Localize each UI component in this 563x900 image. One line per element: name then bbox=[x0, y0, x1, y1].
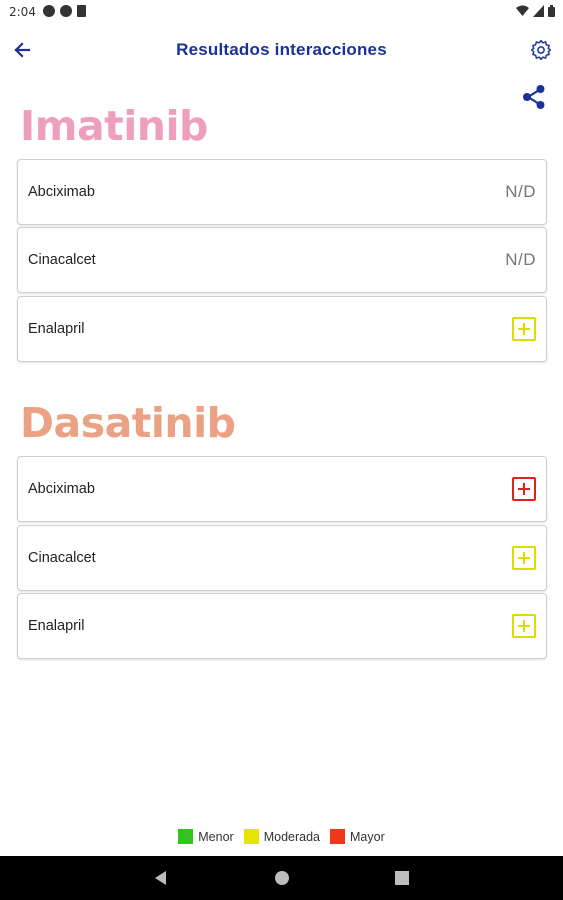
drug-title-imatinib: Imatinib bbox=[20, 102, 208, 150]
settings-button[interactable] bbox=[527, 36, 555, 64]
legend-label: Menor bbox=[198, 829, 234, 844]
app-bar: Resultados interacciones bbox=[0, 24, 563, 76]
status-icons-left bbox=[43, 5, 86, 17]
plus-box-icon[interactable] bbox=[512, 477, 536, 501]
a-icon bbox=[43, 5, 55, 17]
interaction-card[interactable]: Enalapril bbox=[17, 296, 547, 362]
wifi-icon bbox=[516, 5, 529, 16]
interaction-drug-label: Enalapril bbox=[28, 618, 85, 634]
interaction-card[interactable]: Cinacalcet N/D bbox=[17, 227, 547, 293]
status-bar: 2:04 bbox=[0, 0, 563, 24]
share-icon bbox=[523, 85, 545, 109]
gear-icon bbox=[530, 39, 552, 61]
interaction-card[interactable]: Abciximab bbox=[17, 456, 547, 522]
interaction-drug-label: Enalapril bbox=[28, 321, 85, 337]
legend-swatch-yellow bbox=[243, 829, 259, 844]
status-icons-right bbox=[516, 5, 555, 17]
interaction-drug-label: Cinacalcet bbox=[28, 550, 96, 566]
plus-box-icon[interactable] bbox=[512, 614, 536, 638]
drug-title-dasatinib: Dasatinib bbox=[20, 399, 236, 447]
legend-item-moderada: Moderada bbox=[243, 829, 320, 844]
legend-item-mayor: Mayor bbox=[330, 829, 385, 844]
nav-home-icon[interactable] bbox=[275, 871, 289, 885]
interaction-card[interactable]: Enalapril bbox=[17, 593, 547, 659]
battery-icon bbox=[548, 5, 555, 17]
legend-label: Moderada bbox=[263, 829, 320, 844]
share-button[interactable] bbox=[521, 84, 547, 110]
legend-swatch-red bbox=[330, 829, 345, 844]
nav-recent-icon[interactable] bbox=[395, 871, 409, 885]
status-time: 2:04 bbox=[9, 5, 36, 19]
sd-card-icon bbox=[77, 5, 86, 17]
interaction-drug-label: Cinacalcet bbox=[28, 252, 96, 268]
interaction-drug-label: Abciximab bbox=[28, 184, 95, 200]
legend-label: Mayor bbox=[350, 829, 385, 844]
severity-legend: Menor Moderada Mayor bbox=[0, 829, 563, 844]
interaction-card[interactable]: Abciximab N/D bbox=[17, 159, 547, 225]
interaction-result-nd: N/D bbox=[505, 250, 536, 269]
plus-box-icon[interactable] bbox=[512, 546, 536, 570]
legend-item-menor: Menor bbox=[178, 829, 234, 844]
plus-box-icon[interactable] bbox=[512, 317, 536, 341]
legend-swatch-green bbox=[178, 829, 194, 844]
signal-icon bbox=[533, 5, 544, 17]
system-nav-bar bbox=[0, 856, 563, 900]
interaction-card[interactable]: Cinacalcet bbox=[17, 525, 547, 591]
nav-back-icon[interactable] bbox=[155, 871, 166, 885]
page-title: Resultados interacciones bbox=[176, 40, 387, 59]
interaction-drug-label: Abciximab bbox=[28, 481, 95, 497]
interaction-result-nd: N/D bbox=[505, 182, 536, 201]
g-icon bbox=[60, 5, 72, 17]
